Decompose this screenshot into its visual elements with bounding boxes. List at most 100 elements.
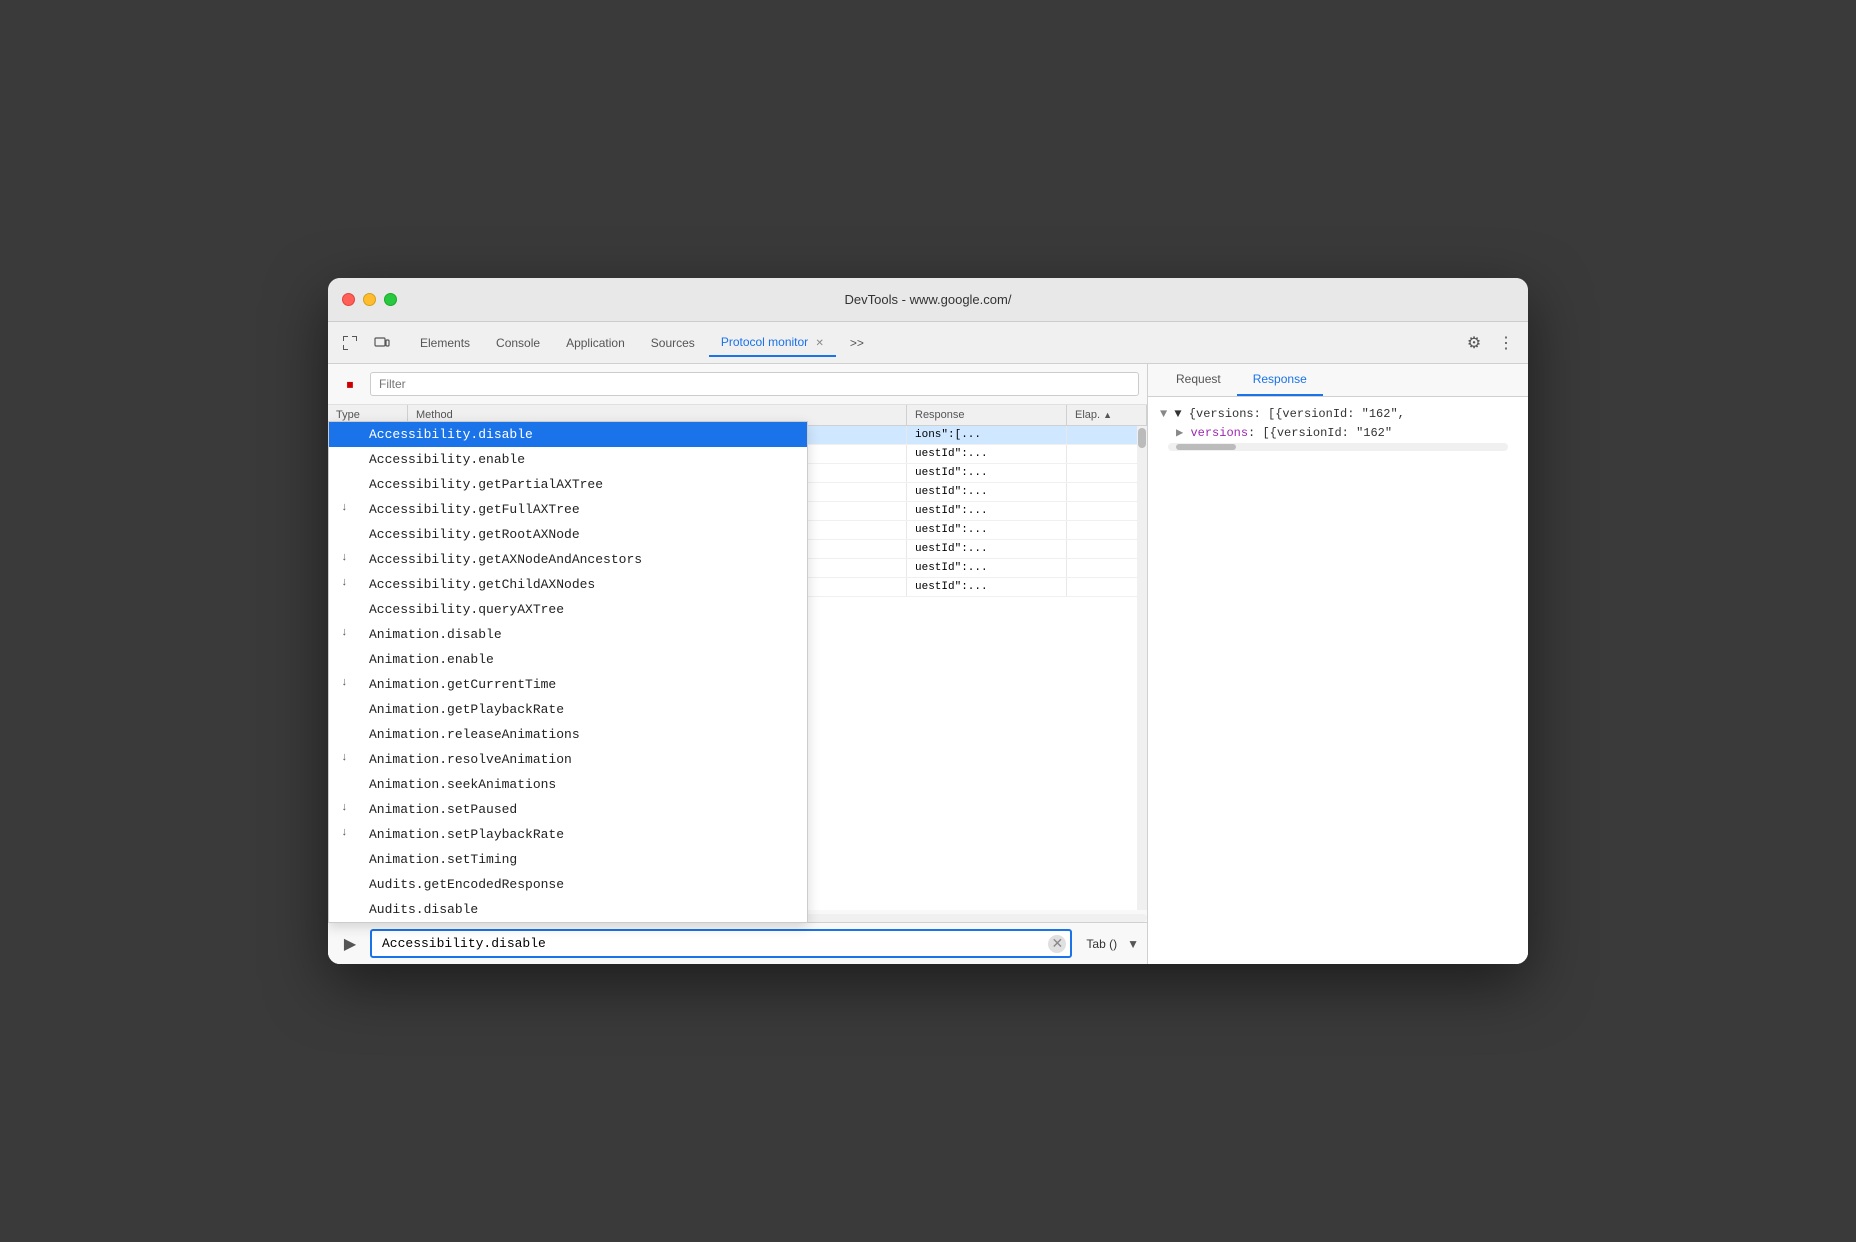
json-text: ▼ {versions: [{versionId: "162",: [1174, 407, 1404, 421]
tab-sources[interactable]: Sources: [639, 330, 707, 356]
autocomplete-item[interactable]: Accessibility.disable: [329, 422, 807, 447]
main-content: ⏹ Type Method Response El: [328, 364, 1528, 964]
more-options-icon[interactable]: ⋮: [1492, 329, 1520, 357]
autocomplete-item[interactable]: Accessibility.queryAXTree: [329, 597, 807, 622]
elapsed-column-header: Elap. ▲: [1067, 405, 1147, 425]
item-arrow-icon: ↓: [341, 627, 348, 639]
json-nested-line: ▶ versions: [{versionId: "162": [1160, 424, 1516, 443]
tab-request[interactable]: Request: [1160, 364, 1237, 396]
tab-console[interactable]: Console: [484, 330, 552, 356]
minimize-button[interactable]: [363, 293, 376, 306]
autocomplete-item[interactable]: ↓ Accessibility.getFullAXTree: [329, 497, 807, 522]
toolbar: Elements Console Application Sources Pro…: [328, 322, 1528, 364]
response-cell: uestId":...: [907, 540, 1067, 558]
autocomplete-item[interactable]: ↓ Accessibility.getAXNodeAndAncestors: [329, 547, 807, 572]
response-cell: uestId":...: [907, 578, 1067, 596]
expand-arrow-icon[interactable]: ▶: [1176, 426, 1183, 440]
tab-application[interactable]: Application: [554, 330, 637, 356]
item-arrow-icon: ↓: [341, 827, 348, 839]
toolbar-tabs: Elements Console Application Sources Pro…: [408, 329, 1456, 357]
device-toggle-icon[interactable]: [368, 329, 396, 357]
elapsed-cell: [1067, 464, 1147, 482]
item-arrow-icon: ↓: [341, 577, 348, 589]
traffic-lights: [342, 293, 397, 306]
window-title: DevTools - www.google.com/: [845, 292, 1012, 307]
response-cell: ions":[...: [907, 426, 1067, 444]
autocomplete-item[interactable]: ↓ Animation.resolveAnimation: [329, 747, 807, 772]
response-cell: uestId":...: [907, 464, 1067, 482]
tab-close-icon[interactable]: ✕: [816, 338, 824, 349]
autocomplete-item[interactable]: Animation.getPlaybackRate: [329, 697, 807, 722]
dropdown-arrow-icon[interactable]: ▼: [1127, 937, 1139, 951]
response-cell: uestId":...: [907, 483, 1067, 501]
response-cell: uestId":...: [907, 502, 1067, 520]
clear-input-button[interactable]: ✕: [1048, 935, 1066, 953]
tab-protocol-monitor[interactable]: Protocol monitor ✕: [709, 329, 836, 357]
filter-bar: ⏹: [328, 364, 1147, 405]
tab-hint: Tab (): [1086, 937, 1117, 951]
item-arrow-icon: ↓: [341, 502, 348, 514]
toolbar-left: [336, 329, 396, 357]
json-line: ▼ ▼ {versions: [{versionId: "162",: [1160, 405, 1516, 424]
elapsed-cell: [1067, 540, 1147, 558]
autocomplete-item[interactable]: ↓ Animation.disable: [329, 622, 807, 647]
bottom-bar: Accessibility.disable Accessibility.enab…: [328, 922, 1147, 964]
autocomplete-item[interactable]: Animation.enable: [329, 647, 807, 672]
tab-overflow[interactable]: >>: [838, 330, 876, 356]
settings-icon[interactable]: ⚙: [1460, 329, 1488, 357]
run-button[interactable]: ▶: [336, 930, 364, 958]
command-input-wrapper: ✕: [370, 929, 1072, 958]
right-panel: Request Response ▼ ▼ {versions: [{versio…: [1148, 364, 1528, 964]
right-scrollbar-thumb: [1176, 444, 1236, 450]
devtools-window: DevTools - www.google.com/: [328, 278, 1528, 964]
autocomplete-item[interactable]: Audits.disable: [329, 897, 807, 922]
elapsed-cell: [1067, 578, 1147, 596]
autocomplete-item[interactable]: ↓ Animation.setPlaybackRate: [329, 822, 807, 847]
command-input[interactable]: [370, 929, 1072, 958]
close-button[interactable]: [342, 293, 355, 306]
right-panel-scrollbar[interactable]: [1168, 443, 1508, 451]
item-arrow-icon: ↓: [341, 677, 348, 689]
elapsed-cell: [1067, 559, 1147, 577]
filter-input[interactable]: [370, 372, 1139, 396]
item-arrow-icon: ↓: [341, 552, 348, 564]
autocomplete-item[interactable]: Animation.releaseAnimations: [329, 722, 807, 747]
autocomplete-item[interactable]: Accessibility.getPartialAXTree: [329, 472, 807, 497]
item-arrow-icon: ↓: [341, 802, 348, 814]
response-cell: uestId":...: [907, 521, 1067, 539]
autocomplete-item[interactable]: Animation.seekAnimations: [329, 772, 807, 797]
tab-response[interactable]: Response: [1237, 364, 1323, 396]
json-text: [{versionId: "162": [1262, 426, 1392, 440]
stop-recording-icon[interactable]: ⏹: [336, 370, 364, 398]
autocomplete-dropdown[interactable]: Accessibility.disable Accessibility.enab…: [328, 421, 808, 923]
autocomplete-item[interactable]: Audits.getEncodedResponse: [329, 872, 807, 897]
right-panel-content: ▼ ▼ {versions: [{versionId: "162", ▶ ver…: [1148, 397, 1528, 964]
elapsed-cell: [1067, 426, 1147, 444]
right-panel-tabs: Request Response: [1148, 364, 1528, 397]
autocomplete-item[interactable]: Accessibility.getRootAXNode: [329, 522, 807, 547]
autocomplete-item[interactable]: Animation.setTiming: [329, 847, 807, 872]
tab-elements[interactable]: Elements: [408, 330, 482, 356]
autocomplete-item[interactable]: ↓ Animation.setPaused: [329, 797, 807, 822]
autocomplete-item[interactable]: Accessibility.enable: [329, 447, 807, 472]
toolbar-right: ⚙ ⋮: [1460, 329, 1520, 357]
item-arrow-icon: ↓: [341, 752, 348, 764]
collapse-arrow-icon[interactable]: ▼: [1160, 407, 1167, 421]
vertical-scrollbar[interactable]: [1137, 426, 1147, 910]
elapsed-cell: [1067, 521, 1147, 539]
autocomplete-item[interactable]: ↓ Animation.getCurrentTime: [329, 672, 807, 697]
response-cell: uestId":...: [907, 445, 1067, 463]
scrollbar-thumb: [1138, 428, 1146, 448]
elapsed-cell: [1067, 445, 1147, 463]
title-bar: DevTools - www.google.com/: [328, 278, 1528, 322]
left-panel: ⏹ Type Method Response El: [328, 364, 1148, 964]
autocomplete-item[interactable]: ↓ Accessibility.getChildAXNodes: [329, 572, 807, 597]
response-cell: uestId":...: [907, 559, 1067, 577]
maximize-button[interactable]: [384, 293, 397, 306]
response-column-header: Response: [907, 405, 1067, 425]
json-tree: ▼ ▼ {versions: [{versionId: "162", ▶ ver…: [1160, 405, 1516, 443]
select-element-icon[interactable]: [336, 329, 364, 357]
devtools-body: Elements Console Application Sources Pro…: [328, 322, 1528, 964]
elapsed-cell: [1067, 483, 1147, 501]
elapsed-cell: [1067, 502, 1147, 520]
